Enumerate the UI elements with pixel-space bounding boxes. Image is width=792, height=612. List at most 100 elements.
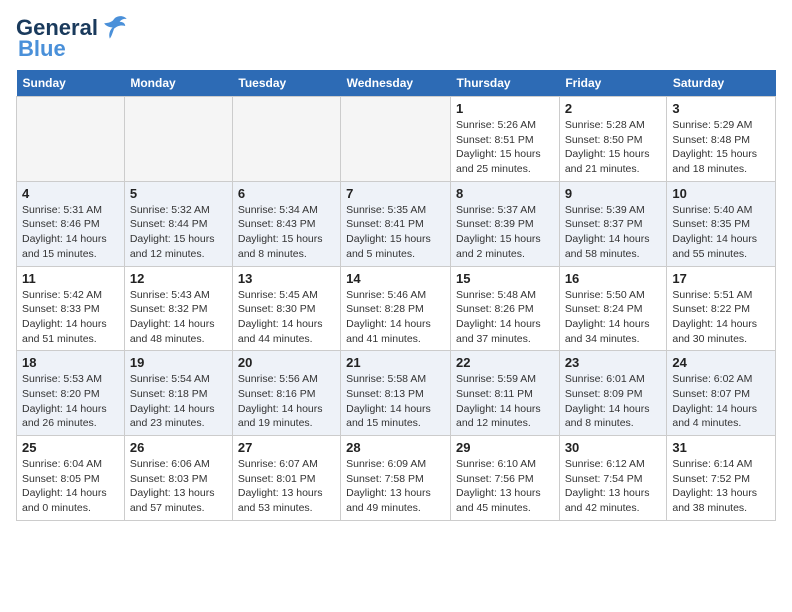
calendar-cell: 4 Sunrise: 5:31 AMSunset: 8:46 PMDaylight… [17,181,125,266]
calendar-cell: 13 Sunrise: 5:45 AMSunset: 8:30 PMDayligh… [232,266,340,351]
calendar-cell [341,97,451,182]
calendar-cell: 5Sunrise: 5:32 AMSunset: 8:44 PMDaylight… [124,181,232,266]
day-info: Sunrise: 5:58 AMSunset: 8:13 PMDaylight:… [346,372,445,431]
day-info: Sunrise: 5:34 AMSunset: 8:43 PMDaylight:… [238,203,335,262]
calendar-cell: 18 Sunrise: 5:53 AMSunset: 8:20 PMDayligh… [17,351,125,436]
day-number: 29 [456,440,554,455]
week-row-4: 18 Sunrise: 5:53 AMSunset: 8:20 PMDayligh… [17,351,776,436]
day-info: Sunrise: 5:56 AMSunset: 8:16 PMDaylight:… [238,372,335,431]
day-info: Sunrise: 5:43 AMSunset: 8:32 PMDaylight:… [130,288,227,347]
day-number: 26 [130,440,227,455]
calendar-cell: 27 Sunrise: 6:07 AMSunset: 8:01 PMDayligh… [232,436,340,521]
day-info: Sunrise: 5:26 AMSunset: 8:51 PMDaylight:… [456,118,554,177]
day-number: 21 [346,355,445,370]
day-info: Sunrise: 6:14 AMSunset: 7:52 PMDaylight:… [672,457,770,516]
day-info: Sunrise: 5:39 AMSunset: 8:37 PMDaylight:… [565,203,662,262]
calendar-cell: 23 Sunrise: 6:01 AMSunset: 8:09 PMDayligh… [559,351,667,436]
day-info: Sunrise: 5:54 AMSunset: 8:18 PMDaylight:… [130,372,227,431]
day-number: 25 [22,440,119,455]
week-row-2: 4 Sunrise: 5:31 AMSunset: 8:46 PMDaylight… [17,181,776,266]
day-number: 16 [565,271,662,286]
day-info: Sunrise: 5:35 AMSunset: 8:41 PMDaylight:… [346,203,445,262]
week-row-3: 11 Sunrise: 5:42 AMSunset: 8:33 PMDayligh… [17,266,776,351]
day-number: 12 [130,271,227,286]
day-info: Sunrise: 5:45 AMSunset: 8:30 PMDaylight:… [238,288,335,347]
day-info: Sunrise: 6:07 AMSunset: 8:01 PMDaylight:… [238,457,335,516]
day-info: Sunrise: 5:59 AMSunset: 8:11 PMDaylight:… [456,372,554,431]
calendar-cell: 17 Sunrise: 5:51 AMSunset: 8:22 PMDayligh… [667,266,776,351]
day-info: Sunrise: 6:12 AMSunset: 7:54 PMDaylight:… [565,457,662,516]
day-info: Sunrise: 6:10 AMSunset: 7:56 PMDaylight:… [456,457,554,516]
day-number: 1 [456,101,554,116]
calendar-cell: 19 Sunrise: 5:54 AMSunset: 8:18 PMDayligh… [124,351,232,436]
day-number: 22 [456,355,554,370]
calendar-cell: 11 Sunrise: 5:42 AMSunset: 8:33 PMDayligh… [17,266,125,351]
calendar-cell: 21 Sunrise: 5:58 AMSunset: 8:13 PMDayligh… [341,351,451,436]
day-info: Sunrise: 5:28 AMSunset: 8:50 PMDaylight:… [565,118,662,177]
header-sunday: Sunday [17,70,125,97]
day-info: Sunrise: 5:37 AMSunset: 8:39 PMDaylight:… [456,203,554,262]
day-number: 4 [22,186,119,201]
calendar-cell: 14 Sunrise: 5:46 AMSunset: 8:28 PMDayligh… [341,266,451,351]
calendar-cell [232,97,340,182]
header-thursday: Thursday [451,70,560,97]
day-info: Sunrise: 6:02 AMSunset: 8:07 PMDaylight:… [672,372,770,431]
calendar-cell: 15Sunrise: 5:48 AMSunset: 8:26 PMDayligh… [451,266,560,351]
calendar-cell: 20 Sunrise: 5:56 AMSunset: 8:16 PMDayligh… [232,351,340,436]
calendar-cell: 9 Sunrise: 5:39 AMSunset: 8:37 PMDaylight… [559,181,667,266]
day-number: 27 [238,440,335,455]
calendar-cell: 24Sunrise: 6:02 AMSunset: 8:07 PMDayligh… [667,351,776,436]
day-number: 28 [346,440,445,455]
day-number: 20 [238,355,335,370]
header-tuesday: Tuesday [232,70,340,97]
calendar-cell: 26 Sunrise: 6:06 AMSunset: 8:03 PMDayligh… [124,436,232,521]
day-info: Sunrise: 5:46 AMSunset: 8:28 PMDaylight:… [346,288,445,347]
calendar-table: SundayMondayTuesdayWednesdayThursdayFrid… [16,70,776,521]
week-row-5: 25 Sunrise: 6:04 AMSunset: 8:05 PMDayligh… [17,436,776,521]
day-info: Sunrise: 5:51 AMSunset: 8:22 PMDaylight:… [672,288,770,347]
header-friday: Friday [559,70,667,97]
calendar-cell: 2 Sunrise: 5:28 AMSunset: 8:50 PMDaylight… [559,97,667,182]
calendar-cell: 22 Sunrise: 5:59 AMSunset: 8:11 PMDayligh… [451,351,560,436]
logo-bird-icon [100,12,128,40]
calendar-cell: 28 Sunrise: 6:09 AMSunset: 7:58 PMDayligh… [341,436,451,521]
day-number: 7 [346,186,445,201]
day-info: Sunrise: 5:42 AMSunset: 8:33 PMDaylight:… [22,288,119,347]
calendar-cell [17,97,125,182]
day-number: 13 [238,271,335,286]
calendar-cell: 3 Sunrise: 5:29 AMSunset: 8:48 PMDaylight… [667,97,776,182]
logo: General Blue [16,16,128,62]
day-info: Sunrise: 6:09 AMSunset: 7:58 PMDaylight:… [346,457,445,516]
day-number: 31 [672,440,770,455]
day-number: 14 [346,271,445,286]
day-number: 6 [238,186,335,201]
day-number: 10 [672,186,770,201]
header-monday: Monday [124,70,232,97]
day-info: Sunrise: 5:29 AMSunset: 8:48 PMDaylight:… [672,118,770,177]
calendar-cell: 1 Sunrise: 5:26 AMSunset: 8:51 PMDaylight… [451,97,560,182]
day-number: 30 [565,440,662,455]
calendar-cell: 31 Sunrise: 6:14 AMSunset: 7:52 PMDayligh… [667,436,776,521]
calendar-cell: 10Sunrise: 5:40 AMSunset: 8:35 PMDayligh… [667,181,776,266]
day-number: 18 [22,355,119,370]
calendar-cell: 6 Sunrise: 5:34 AMSunset: 8:43 PMDaylight… [232,181,340,266]
day-number: 19 [130,355,227,370]
day-info: Sunrise: 6:04 AMSunset: 8:05 PMDaylight:… [22,457,119,516]
day-number: 3 [672,101,770,116]
day-number: 11 [22,271,119,286]
day-info: Sunrise: 5:31 AMSunset: 8:46 PMDaylight:… [22,203,119,262]
day-info: Sunrise: 6:06 AMSunset: 8:03 PMDaylight:… [130,457,227,516]
calendar-cell: 8 Sunrise: 5:37 AMSunset: 8:39 PMDaylight… [451,181,560,266]
day-number: 8 [456,186,554,201]
week-row-1: 1 Sunrise: 5:26 AMSunset: 8:51 PMDaylight… [17,97,776,182]
day-number: 17 [672,271,770,286]
calendar-cell: 16 Sunrise: 5:50 AMSunset: 8:24 PMDayligh… [559,266,667,351]
day-number: 9 [565,186,662,201]
day-info: Sunrise: 5:50 AMSunset: 8:24 PMDaylight:… [565,288,662,347]
day-info: Sunrise: 5:53 AMSunset: 8:20 PMDaylight:… [22,372,119,431]
day-number: 23 [565,355,662,370]
day-info: Sunrise: 6:01 AMSunset: 8:09 PMDaylight:… [565,372,662,431]
day-info: Sunrise: 5:32 AMSunset: 8:44 PMDaylight:… [130,203,227,262]
day-number: 2 [565,101,662,116]
header-saturday: Saturday [667,70,776,97]
